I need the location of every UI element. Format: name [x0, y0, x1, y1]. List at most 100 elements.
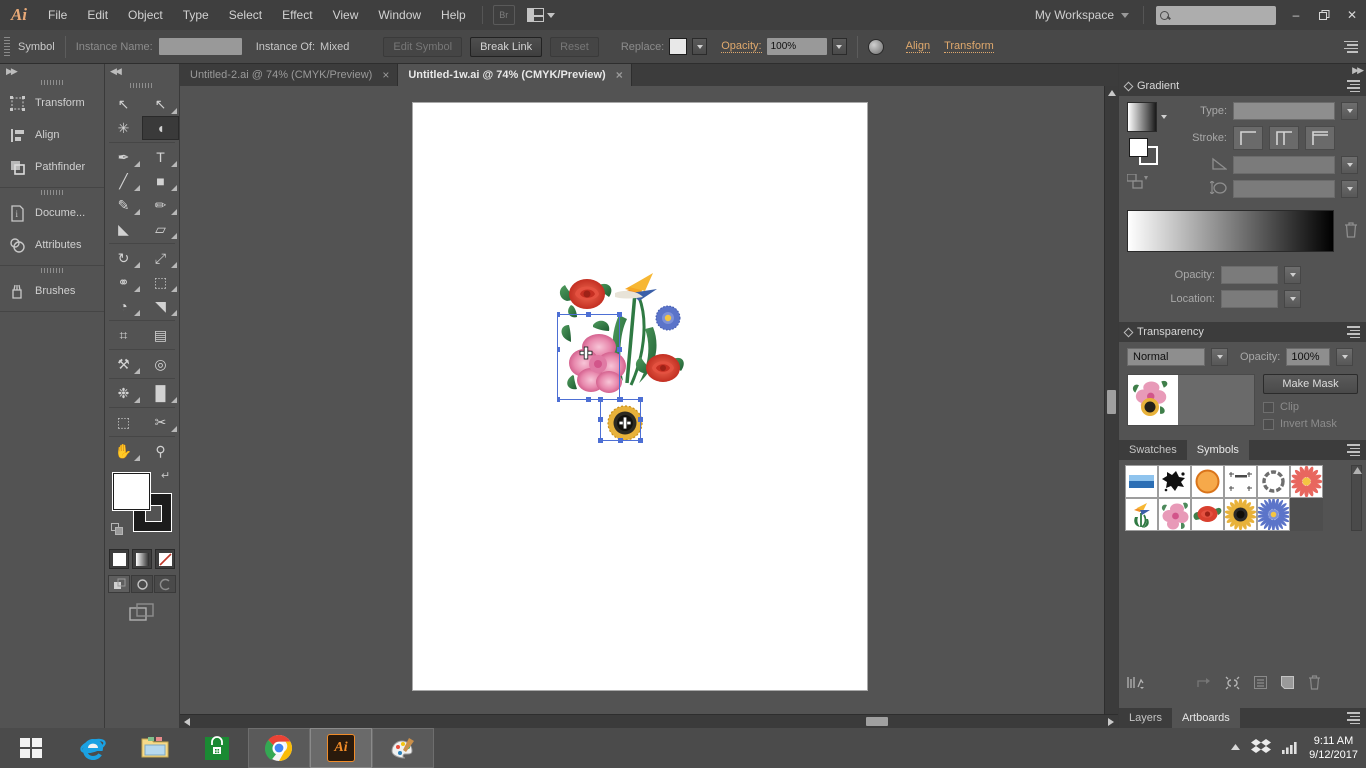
symbol-orange-circle[interactable]: [1191, 465, 1224, 498]
transparency-grid-icon[interactable]: [868, 39, 884, 55]
place-symbol-instance-icon[interactable]: [1197, 677, 1211, 692]
gradient-location-field[interactable]: [1221, 290, 1278, 308]
menu-window[interactable]: Window: [368, 0, 431, 30]
menu-effect[interactable]: Effect: [272, 0, 322, 30]
dock-item-align[interactable]: Align: [0, 119, 104, 151]
gradient-preset-dropdown-icon[interactable]: [1161, 115, 1167, 119]
arrange-documents-button[interactable]: [527, 8, 555, 22]
group-grip[interactable]: [0, 266, 104, 275]
symbol-red-daisy[interactable]: [1290, 465, 1323, 498]
symbol-ink-splat[interactable]: [1158, 465, 1191, 498]
minimize-button[interactable]: –: [1282, 0, 1310, 30]
tools-collapse[interactable]: ◀◀: [105, 64, 179, 78]
stroke-gradient-along-button[interactable]: [1269, 126, 1299, 150]
artwork-group[interactable]: [557, 263, 687, 453]
file-explorer-button[interactable]: [124, 728, 186, 768]
none-mode-button[interactable]: [155, 549, 175, 569]
eyedropper-tool[interactable]: ⚒: [105, 352, 142, 376]
gradient-type-dropdown[interactable]: [1341, 102, 1358, 120]
perspective-grid-tool[interactable]: ◥: [142, 294, 179, 318]
lasso-tool[interactable]: ◖: [142, 116, 179, 140]
opacity-dropdown[interactable]: [832, 38, 847, 55]
stroke-gradient-across-button[interactable]: [1305, 126, 1335, 150]
line-segment-tool[interactable]: ╱: [105, 169, 142, 193]
symbol-sunflower[interactable]: [1224, 498, 1257, 531]
symbol-bird-of-paradise[interactable]: [1125, 498, 1158, 531]
draw-behind-button[interactable]: [131, 575, 153, 593]
canvas-horizontal-scrollbar[interactable]: [180, 714, 1118, 728]
break-link-to-symbol-icon[interactable]: [1225, 676, 1240, 693]
edit-symbol-button[interactable]: Edit Symbol: [383, 37, 462, 57]
dock-item-pathfinder[interactable]: Pathfinder: [0, 151, 104, 183]
clip-checkbox[interactable]: [1263, 402, 1274, 413]
width-tool[interactable]: ⚭: [105, 270, 142, 294]
show-hidden-icons-button[interactable]: [1230, 742, 1241, 754]
paintbrush-tool[interactable]: ✎: [105, 193, 142, 217]
pencil-tool[interactable]: ✏: [142, 193, 179, 217]
direct-selection-tool[interactable]: ↖: [142, 92, 179, 116]
gradient-opacity-dropdown[interactable]: [1284, 266, 1301, 284]
menu-help[interactable]: Help: [431, 0, 476, 30]
blob-brush-tool[interactable]: ◣: [105, 217, 142, 241]
replace-symbol-swatch[interactable]: [669, 38, 687, 55]
tab-swatches[interactable]: Swatches: [1119, 440, 1187, 460]
hand-tool[interactable]: ✋: [105, 439, 142, 463]
gradient-opacity-field[interactable]: [1221, 266, 1278, 284]
gradient-type-field[interactable]: [1233, 102, 1335, 120]
invert-mask-checkbox[interactable]: [1263, 419, 1274, 430]
replace-symbol-dropdown[interactable]: [692, 38, 707, 55]
network-icon[interactable]: [1281, 740, 1299, 757]
transform-link[interactable]: Transform: [944, 40, 994, 53]
menu-view[interactable]: View: [323, 0, 369, 30]
internet-explorer-button[interactable]: [62, 728, 124, 768]
align-link[interactable]: Align: [906, 40, 930, 53]
dock-item-attributes[interactable]: Attributes: [0, 229, 104, 261]
transparency-opacity-field[interactable]: 100%: [1286, 348, 1330, 366]
symbol-gray-ring[interactable]: [1257, 465, 1290, 498]
dock-item-transform[interactable]: Transform: [0, 87, 104, 119]
symbols-scrollbar[interactable]: [1351, 465, 1362, 531]
stroke-gradient-within-button[interactable]: [1233, 126, 1263, 150]
panel-menu-icon[interactable]: [1347, 326, 1360, 338]
draw-normal-button[interactable]: [108, 575, 130, 593]
swap-fill-stroke-icon[interactable]: ↵: [161, 469, 173, 481]
panel-menu-icon[interactable]: [1347, 80, 1360, 92]
magic-wand-tool[interactable]: ✳: [105, 116, 142, 140]
new-symbol-icon[interactable]: [1281, 676, 1294, 692]
gradient-fill-swatch[interactable]: [1129, 138, 1148, 157]
gradient-panel-header[interactable]: Gradient: [1119, 76, 1366, 96]
transparency-panel-header[interactable]: Transparency: [1119, 322, 1366, 342]
panel-menu-icon[interactable]: [1347, 712, 1360, 724]
gradient-aspect-dropdown[interactable]: [1341, 180, 1358, 198]
blend-mode-field[interactable]: Normal: [1127, 348, 1205, 366]
tab-layers[interactable]: Layers: [1119, 708, 1172, 728]
left-dock-expand[interactable]: ▶▶: [0, 64, 104, 78]
symbols-grid[interactable]: [1125, 465, 1360, 531]
blend-mode-dropdown[interactable]: [1211, 348, 1228, 366]
gradient-location-dropdown[interactable]: [1284, 290, 1301, 308]
gradient-tool[interactable]: ▤: [142, 323, 179, 347]
symbol-pink-hibiscus[interactable]: [1158, 498, 1191, 531]
delete-symbol-icon[interactable]: [1308, 675, 1321, 693]
symbol-options-icon[interactable]: [1254, 676, 1267, 692]
mesh-tool[interactable]: ⌗: [105, 323, 142, 347]
draw-inside-button[interactable]: [154, 575, 176, 593]
delete-stop-icon[interactable]: [1344, 222, 1358, 241]
menu-type[interactable]: Type: [173, 0, 219, 30]
symbol-libraries-menu-icon[interactable]: [1127, 676, 1145, 692]
default-fill-stroke-icon[interactable]: [111, 523, 124, 536]
artboard[interactable]: [413, 103, 867, 690]
symbol-red-rose[interactable]: [1191, 498, 1224, 531]
symbol-blue-bar[interactable]: [1125, 465, 1158, 498]
transparency-opacity-dropdown[interactable]: [1336, 348, 1353, 366]
control-bar-menu-icon[interactable]: [1344, 41, 1358, 53]
eraser-tool[interactable]: ▱: [142, 217, 179, 241]
tab-symbols[interactable]: Symbols: [1187, 440, 1249, 460]
gradient-angle-dropdown[interactable]: [1341, 156, 1358, 174]
google-chrome-button[interactable]: [248, 728, 310, 768]
gradient-preview-swatch[interactable]: [1127, 102, 1157, 132]
group-grip[interactable]: [0, 78, 104, 87]
gradient-angle-field[interactable]: [1233, 156, 1335, 174]
document-tab-untitled-2[interactable]: Untitled-2.ai @ 74% (CMYK/Preview) ×: [180, 64, 398, 86]
symbol-crop-marks[interactable]: [1224, 465, 1257, 498]
